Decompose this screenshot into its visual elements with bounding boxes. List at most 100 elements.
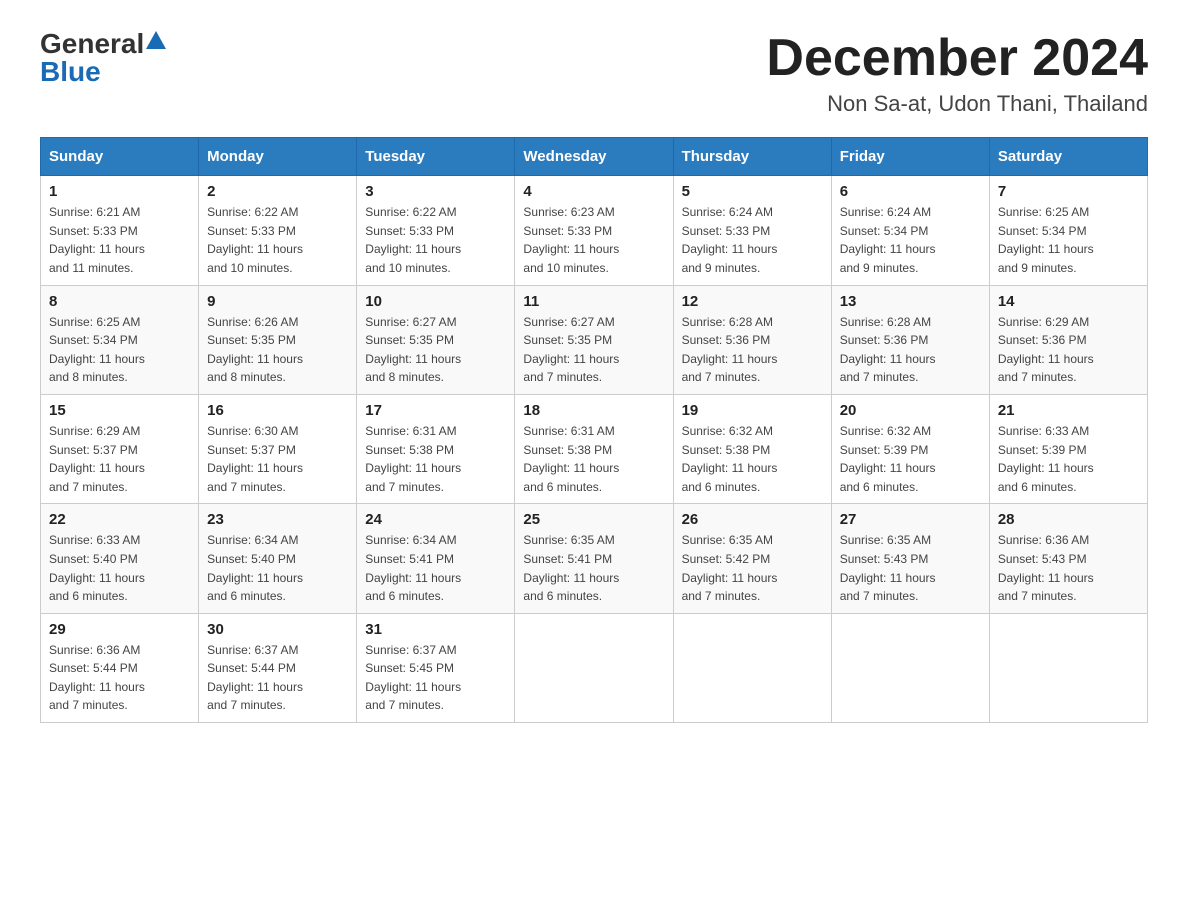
day-cell: 6 Sunrise: 6:24 AMSunset: 5:34 PMDayligh… <box>831 176 989 285</box>
day-number: 27 <box>840 511 981 528</box>
day-number: 19 <box>682 402 823 419</box>
day-number: 15 <box>49 402 190 419</box>
logo-blue: Blue <box>40 58 101 86</box>
day-cell: 25 Sunrise: 6:35 AMSunset: 5:41 PMDaylig… <box>515 504 673 613</box>
day-cell: 19 Sunrise: 6:32 AMSunset: 5:38 PMDaylig… <box>673 394 831 503</box>
day-cell: 16 Sunrise: 6:30 AMSunset: 5:37 PMDaylig… <box>199 394 357 503</box>
day-cell: 22 Sunrise: 6:33 AMSunset: 5:40 PMDaylig… <box>41 504 199 613</box>
day-info: Sunrise: 6:29 AMSunset: 5:36 PMDaylight:… <box>998 315 1094 385</box>
day-number: 29 <box>49 621 190 638</box>
day-number: 12 <box>682 293 823 310</box>
day-info: Sunrise: 6:34 AMSunset: 5:40 PMDaylight:… <box>207 533 303 603</box>
calendar-subtitle: Non Sa-at, Udon Thani, Thailand <box>766 91 1148 117</box>
day-info: Sunrise: 6:25 AMSunset: 5:34 PMDaylight:… <box>49 315 145 385</box>
day-cell: 10 Sunrise: 6:27 AMSunset: 5:35 PMDaylig… <box>357 285 515 394</box>
day-number: 5 <box>682 183 823 200</box>
day-info: Sunrise: 6:32 AMSunset: 5:38 PMDaylight:… <box>682 424 778 494</box>
header-cell-sunday: Sunday <box>41 138 199 176</box>
logo-triangle-icon <box>146 31 166 49</box>
day-cell: 29 Sunrise: 6:36 AMSunset: 5:44 PMDaylig… <box>41 613 199 722</box>
calendar-title: December 2024 <box>766 30 1148 87</box>
day-info: Sunrise: 6:25 AMSunset: 5:34 PMDaylight:… <box>998 205 1094 275</box>
week-row-1: 1 Sunrise: 6:21 AMSunset: 5:33 PMDayligh… <box>41 176 1148 285</box>
day-cell: 26 Sunrise: 6:35 AMSunset: 5:42 PMDaylig… <box>673 504 831 613</box>
day-info: Sunrise: 6:21 AMSunset: 5:33 PMDaylight:… <box>49 205 145 275</box>
day-number: 25 <box>523 511 664 528</box>
day-cell: 20 Sunrise: 6:32 AMSunset: 5:39 PMDaylig… <box>831 394 989 503</box>
week-row-4: 22 Sunrise: 6:33 AMSunset: 5:40 PMDaylig… <box>41 504 1148 613</box>
header-row: SundayMondayTuesdayWednesdayThursdayFrid… <box>41 138 1148 176</box>
week-row-3: 15 Sunrise: 6:29 AMSunset: 5:37 PMDaylig… <box>41 394 1148 503</box>
day-info: Sunrise: 6:27 AMSunset: 5:35 PMDaylight:… <box>523 315 619 385</box>
day-number: 28 <box>998 511 1139 528</box>
day-info: Sunrise: 6:31 AMSunset: 5:38 PMDaylight:… <box>365 424 461 494</box>
header-cell-friday: Friday <box>831 138 989 176</box>
day-info: Sunrise: 6:37 AMSunset: 5:44 PMDaylight:… <box>207 643 303 713</box>
day-number: 14 <box>998 293 1139 310</box>
day-cell: 30 Sunrise: 6:37 AMSunset: 5:44 PMDaylig… <box>199 613 357 722</box>
day-number: 17 <box>365 402 506 419</box>
day-cell: 7 Sunrise: 6:25 AMSunset: 5:34 PMDayligh… <box>989 176 1147 285</box>
calendar-table: SundayMondayTuesdayWednesdayThursdayFrid… <box>40 137 1148 723</box>
day-number: 4 <box>523 183 664 200</box>
day-info: Sunrise: 6:31 AMSunset: 5:38 PMDaylight:… <box>523 424 619 494</box>
logo-general: General <box>40 30 144 58</box>
day-cell: 28 Sunrise: 6:36 AMSunset: 5:43 PMDaylig… <box>989 504 1147 613</box>
day-cell: 5 Sunrise: 6:24 AMSunset: 5:33 PMDayligh… <box>673 176 831 285</box>
day-info: Sunrise: 6:33 AMSunset: 5:39 PMDaylight:… <box>998 424 1094 494</box>
day-number: 1 <box>49 183 190 200</box>
day-cell: 23 Sunrise: 6:34 AMSunset: 5:40 PMDaylig… <box>199 504 357 613</box>
day-info: Sunrise: 6:29 AMSunset: 5:37 PMDaylight:… <box>49 424 145 494</box>
day-info: Sunrise: 6:33 AMSunset: 5:40 PMDaylight:… <box>49 533 145 603</box>
header-cell-monday: Monday <box>199 138 357 176</box>
day-info: Sunrise: 6:28 AMSunset: 5:36 PMDaylight:… <box>840 315 936 385</box>
day-cell: 4 Sunrise: 6:23 AMSunset: 5:33 PMDayligh… <box>515 176 673 285</box>
day-info: Sunrise: 6:32 AMSunset: 5:39 PMDaylight:… <box>840 424 936 494</box>
day-info: Sunrise: 6:24 AMSunset: 5:33 PMDaylight:… <box>682 205 778 275</box>
day-info: Sunrise: 6:27 AMSunset: 5:35 PMDaylight:… <box>365 315 461 385</box>
day-cell <box>831 613 989 722</box>
day-info: Sunrise: 6:36 AMSunset: 5:44 PMDaylight:… <box>49 643 145 713</box>
day-cell: 27 Sunrise: 6:35 AMSunset: 5:43 PMDaylig… <box>831 504 989 613</box>
day-cell: 17 Sunrise: 6:31 AMSunset: 5:38 PMDaylig… <box>357 394 515 503</box>
day-info: Sunrise: 6:35 AMSunset: 5:42 PMDaylight:… <box>682 533 778 603</box>
day-info: Sunrise: 6:22 AMSunset: 5:33 PMDaylight:… <box>207 205 303 275</box>
day-number: 10 <box>365 293 506 310</box>
day-cell: 13 Sunrise: 6:28 AMSunset: 5:36 PMDaylig… <box>831 285 989 394</box>
day-number: 26 <box>682 511 823 528</box>
day-cell: 3 Sunrise: 6:22 AMSunset: 5:33 PMDayligh… <box>357 176 515 285</box>
day-cell: 14 Sunrise: 6:29 AMSunset: 5:36 PMDaylig… <box>989 285 1147 394</box>
day-number: 13 <box>840 293 981 310</box>
day-cell: 21 Sunrise: 6:33 AMSunset: 5:39 PMDaylig… <box>989 394 1147 503</box>
day-cell <box>673 613 831 722</box>
day-cell: 12 Sunrise: 6:28 AMSunset: 5:36 PMDaylig… <box>673 285 831 394</box>
day-number: 11 <box>523 293 664 310</box>
day-number: 18 <box>523 402 664 419</box>
day-number: 24 <box>365 511 506 528</box>
day-cell: 9 Sunrise: 6:26 AMSunset: 5:35 PMDayligh… <box>199 285 357 394</box>
week-row-2: 8 Sunrise: 6:25 AMSunset: 5:34 PMDayligh… <box>41 285 1148 394</box>
day-number: 7 <box>998 183 1139 200</box>
week-row-5: 29 Sunrise: 6:36 AMSunset: 5:44 PMDaylig… <box>41 613 1148 722</box>
day-info: Sunrise: 6:35 AMSunset: 5:43 PMDaylight:… <box>840 533 936 603</box>
day-info: Sunrise: 6:24 AMSunset: 5:34 PMDaylight:… <box>840 205 936 275</box>
day-cell: 1 Sunrise: 6:21 AMSunset: 5:33 PMDayligh… <box>41 176 199 285</box>
day-info: Sunrise: 6:35 AMSunset: 5:41 PMDaylight:… <box>523 533 619 603</box>
day-cell: 2 Sunrise: 6:22 AMSunset: 5:33 PMDayligh… <box>199 176 357 285</box>
day-cell <box>515 613 673 722</box>
day-number: 30 <box>207 621 348 638</box>
day-number: 22 <box>49 511 190 528</box>
day-info: Sunrise: 6:23 AMSunset: 5:33 PMDaylight:… <box>523 205 619 275</box>
day-info: Sunrise: 6:26 AMSunset: 5:35 PMDaylight:… <box>207 315 303 385</box>
day-number: 20 <box>840 402 981 419</box>
day-number: 9 <box>207 293 348 310</box>
day-number: 6 <box>840 183 981 200</box>
day-number: 2 <box>207 183 348 200</box>
header-cell-wednesday: Wednesday <box>515 138 673 176</box>
day-number: 31 <box>365 621 506 638</box>
day-number: 23 <box>207 511 348 528</box>
day-info: Sunrise: 6:34 AMSunset: 5:41 PMDaylight:… <box>365 533 461 603</box>
day-info: Sunrise: 6:36 AMSunset: 5:43 PMDaylight:… <box>998 533 1094 603</box>
day-cell <box>989 613 1147 722</box>
day-cell: 18 Sunrise: 6:31 AMSunset: 5:38 PMDaylig… <box>515 394 673 503</box>
